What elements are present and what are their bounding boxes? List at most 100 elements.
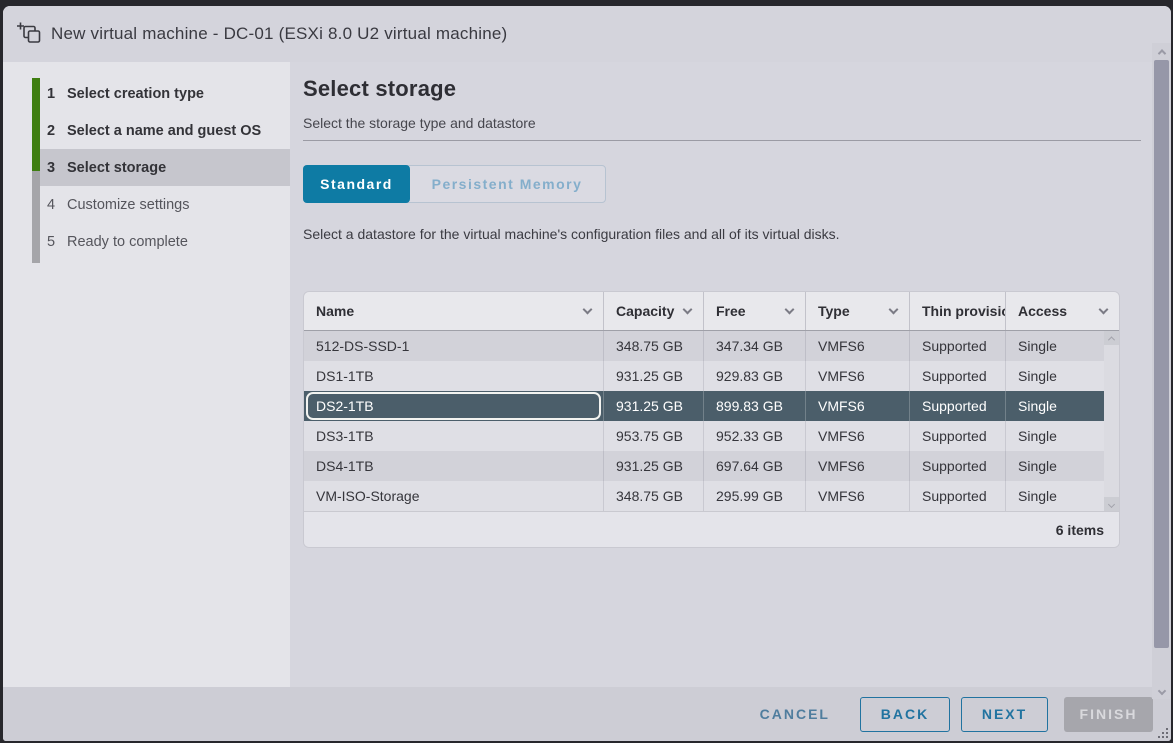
page-subtitle: Select the storage type and datastore [303,115,1171,131]
datastore-instruction-text: Select a datastore for the virtual machi… [303,226,1171,242]
step-customize-settings[interactable]: 4 Customize settings [3,186,290,223]
wizard-main-panel: Select storage Select the storage type a… [290,62,1171,687]
step-select-storage[interactable]: 3 Select storage [37,149,290,186]
table-row-ds4-1tb[interactable]: DS4-1TB 931.25 GB 697.64 GB VMFS6 Suppor… [304,451,1104,481]
cell-type: VMFS6 [806,421,910,451]
table-row-vm-iso-storage[interactable]: VM-ISO-Storage 348.75 GB 295.99 GB VMFS6… [304,481,1104,511]
datastore-table-header: Name Capacity Free Type [304,292,1119,331]
chevron-down-icon[interactable] [1099,305,1109,315]
step-label: Ready to complete [67,234,188,250]
column-label: Name [316,303,354,319]
table-row-512-ds-ssd-1[interactable]: 512-DS-SSD-1 348.75 GB 347.34 GB VMFS6 S… [304,331,1104,361]
cell-capacity: 348.75 GB [604,331,704,361]
storage-type-tabs: Standard Persistent Memory [303,165,606,203]
step-ready-to-complete[interactable]: 5 Ready to complete [3,223,290,260]
step-number: 4 [47,197,67,213]
cell-capacity: 931.25 GB [604,391,704,421]
next-button[interactable]: NEXT [961,697,1048,732]
step-number: 1 [47,86,67,102]
cell-access: Single [1006,361,1104,391]
cell-access: Single [1006,481,1104,511]
rail-remaining-segment [32,171,40,263]
step-label: Customize settings [67,197,190,213]
step-progress-rail [32,78,40,263]
datastore-table: Name Capacity Free Type [303,291,1120,548]
step-number: 2 [47,123,67,139]
column-label: Type [818,303,850,319]
dialog-scroll-up-button[interactable] [1152,43,1171,60]
items-count: 6 items [1056,522,1104,538]
step-select-name-guest-os[interactable]: 2 Select a name and guest OS [3,112,290,149]
dialog-scrollbar[interactable] [1152,43,1171,699]
header-divider [303,140,1141,141]
cell-access: Single [1006,331,1104,361]
table-scrollbar[interactable] [1104,331,1119,511]
cell-type: VMFS6 [806,481,910,511]
column-header-type[interactable]: Type [806,292,910,330]
cell-access: Single [1006,391,1104,421]
step-label: Select a name and guest OS [67,123,261,139]
cell-thin-provisioning: Supported [910,451,1006,481]
cell-free: 952.33 GB [704,421,806,451]
cell-free: 295.99 GB [704,481,806,511]
cell-capacity: 931.25 GB [604,451,704,481]
column-header-access[interactable]: Access [1006,292,1119,330]
column-header-thin-provisioning[interactable]: Thin provisioning [910,292,1006,330]
table-scroll-up-button[interactable] [1104,331,1119,345]
table-footer: 6 items [304,511,1119,547]
datastore-rows: 512-DS-SSD-1 348.75 GB 347.34 GB VMFS6 S… [304,331,1104,511]
cell-name: DS2-1TB [304,391,604,421]
cancel-button[interactable]: CANCEL [756,697,834,732]
cell-thin-provisioning: Supported [910,331,1006,361]
cell-free: 347.34 GB [704,331,806,361]
cell-name: DS4-1TB [304,451,604,481]
chevron-down-icon [1108,500,1115,507]
cell-free: 697.64 GB [704,451,806,481]
dialog-title-bar: New virtual machine - DC-01 (ESXi 8.0 U2… [3,6,1171,62]
column-header-name[interactable]: Name [304,292,604,330]
column-label: Access [1018,303,1067,319]
back-button[interactable]: BACK [860,697,950,732]
cell-type: VMFS6 [806,361,910,391]
tab-persistent-memory[interactable]: Persistent Memory [409,166,605,202]
cell-thin-provisioning: Supported [910,481,1006,511]
cell-access: Single [1006,451,1104,481]
page-title: Select storage [303,76,1171,102]
dialog-footer: CANCEL BACK NEXT FINISH [3,687,1171,741]
table-row-ds3-1tb[interactable]: DS3-1TB 953.75 GB 952.33 GB VMFS6 Suppor… [304,421,1104,451]
column-header-free[interactable]: Free [704,292,806,330]
cell-thin-provisioning: Supported [910,391,1006,421]
step-select-creation-type[interactable]: 1 Select creation type [3,75,290,112]
column-header-capacity[interactable]: Capacity [604,292,704,330]
step-number: 3 [47,160,67,176]
chevron-up-icon [1108,336,1115,343]
step-label: Select storage [67,160,166,176]
column-label: Thin provisioning [922,303,1006,319]
cell-thin-provisioning: Supported [910,421,1006,451]
table-row-ds2-1tb-selected[interactable]: DS2-1TB 931.25 GB 899.83 GB VMFS6 Suppor… [304,391,1104,421]
chevron-down-icon[interactable] [889,305,899,315]
step-number: 5 [47,234,67,250]
chevron-down-icon[interactable] [785,305,795,315]
cell-access: Single [1006,421,1104,451]
table-scroll-down-button[interactable] [1104,497,1119,511]
chevron-down-icon[interactable] [583,305,593,315]
cell-free: 929.83 GB [704,361,806,391]
chevron-down-icon[interactable] [683,305,693,315]
cell-name: DS1-1TB [304,361,604,391]
column-label: Free [716,303,746,319]
chevron-up-icon [1157,49,1165,57]
resize-grip[interactable] [1158,728,1168,738]
cell-type: VMFS6 [806,331,910,361]
cell-type: VMFS6 [806,391,910,421]
dialog-scroll-down-button[interactable] [1152,682,1171,699]
new-vm-wizard-dialog: New virtual machine - DC-01 (ESXi 8.0 U2… [3,6,1171,741]
cell-capacity: 931.25 GB [604,361,704,391]
tab-standard[interactable]: Standard [303,165,410,203]
table-row-ds1-1tb[interactable]: DS1-1TB 931.25 GB 929.83 GB VMFS6 Suppor… [304,361,1104,391]
cell-capacity: 953.75 GB [604,421,704,451]
finish-button-disabled: FINISH [1064,697,1153,732]
dialog-scrollbar-thumb[interactable] [1154,60,1169,648]
cell-thin-provisioning: Supported [910,361,1006,391]
cell-name: 512-DS-SSD-1 [304,331,604,361]
